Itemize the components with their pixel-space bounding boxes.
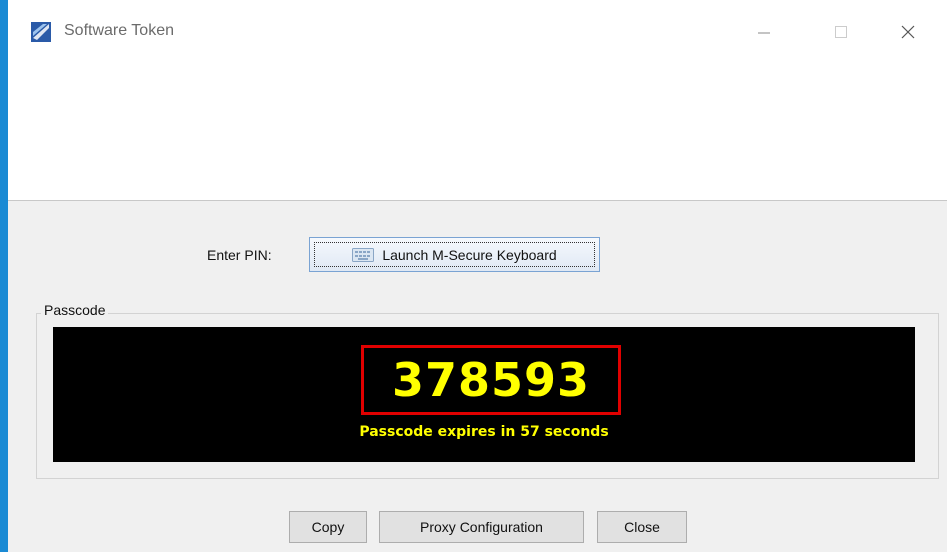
minimize-button[interactable] — [741, 14, 787, 50]
launch-keyboard-button[interactable]: Launch M-Secure Keyboard — [309, 237, 600, 272]
close-window-button[interactable] — [885, 14, 931, 50]
header-area — [8, 60, 947, 201]
maximize-icon — [835, 26, 847, 38]
passcode-value: 378593 — [391, 353, 591, 407]
proxy-configuration-button[interactable]: Proxy Configuration — [379, 511, 584, 543]
title-bar[interactable]: Software Token — [8, 0, 947, 60]
maximize-button[interactable] — [818, 14, 864, 50]
window-title: Software Token — [64, 22, 174, 39]
window-left-border — [0, 0, 8, 552]
close-icon — [901, 25, 915, 39]
focus-ring — [314, 242, 595, 267]
passcode-group-label: Passcode — [41, 302, 109, 318]
close-button[interactable]: Close — [597, 511, 687, 543]
passcode-highlight: 378593 — [361, 345, 621, 415]
minimize-icon — [758, 32, 770, 34]
copy-button[interactable]: Copy — [289, 511, 367, 543]
enter-pin-label: Enter PIN: — [207, 247, 272, 263]
app-logo-icon — [31, 22, 51, 42]
passcode-expiry-text: Passcode expires in 57 seconds — [359, 424, 609, 440]
